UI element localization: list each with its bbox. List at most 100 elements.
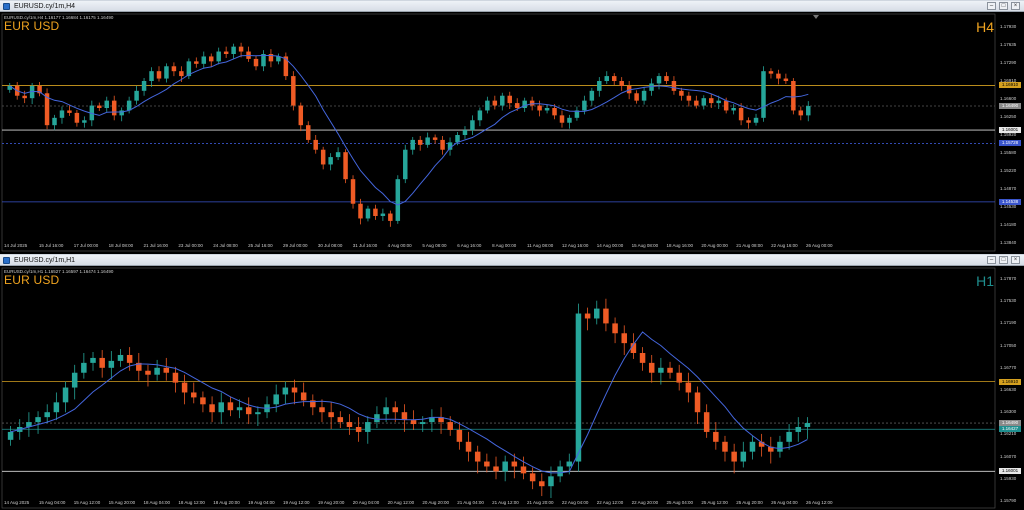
h4-candle-body [194, 61, 199, 64]
h1-candle-body [227, 402, 234, 411]
h1-time-tick: 25 Aug 04:00 [666, 500, 694, 505]
h1-candle-body [740, 451, 747, 462]
h4-candle-body [664, 76, 669, 81]
h4-candle-body [388, 213, 393, 221]
h1-time-tick: 20 Aug 04:00 [352, 500, 380, 505]
h1-candle-body [484, 461, 490, 467]
h4-candle-body [373, 208, 378, 216]
h1-price-chart[interactable] [0, 267, 1024, 510]
h4-candle-body [671, 81, 677, 91]
h4-candle-body [52, 117, 57, 126]
h1-price-tag: 1.16490 [999, 420, 1021, 427]
h4-candle-body [306, 125, 311, 140]
h4-candle-body [470, 120, 475, 131]
h4-candle-body [776, 73, 781, 79]
h4-window-titlebar[interactable]: EURUSD.cy/1m,H4 – □ × [0, 1, 1024, 12]
h4-candle-body [141, 81, 147, 91]
h1-time-tick: 20 Aug 12:00 [387, 500, 415, 505]
h4-candle-body [723, 100, 729, 111]
h1-candle-body [273, 394, 279, 405]
h4-candle-body [634, 93, 639, 101]
h4-candle-body [731, 108, 736, 111]
h4-price-tag: 1.16001 [999, 127, 1021, 134]
h1-price-tick: 1.15930 [1000, 475, 1017, 481]
h4-price-tick: 1.14180 [1000, 222, 1017, 227]
h4-candle-body [806, 106, 811, 116]
h1-candle-body [603, 308, 609, 324]
h1-time-tick: 14 Aug 2025 [4, 500, 30, 505]
minimize-icon[interactable]: – [987, 2, 996, 10]
h4-candle-body [156, 71, 162, 79]
h4-candle-body [358, 203, 363, 219]
h4-candle-body [589, 90, 595, 101]
h4-candle-body [403, 149, 408, 180]
close-icon[interactable]: × [1011, 2, 1020, 10]
h4-price-tag: 1.14538 [999, 198, 1021, 205]
h1-candle-body [62, 387, 69, 403]
h1-candle-body [749, 441, 756, 452]
h1-candle-body [392, 407, 399, 413]
h1-candle-body [410, 420, 417, 425]
chart-shift-icon[interactable] [813, 15, 819, 19]
minimize-icon[interactable]: – [987, 256, 996, 264]
chart-window-icon [3, 257, 10, 264]
h4-candle-body [679, 90, 684, 96]
maximize-icon[interactable]: □ [999, 256, 1008, 264]
h1-time-tick: 26 Aug 04:00 [771, 500, 798, 505]
h1-price-tick: 1.17050 [1000, 342, 1017, 348]
h4-candle-body [216, 51, 221, 62]
h4-price-tick: 1.14870 [1000, 186, 1017, 191]
h4-chart-window[interactable]: EURUSD.cy/1m,H4 – □ × EURUSD.cy/1m,H4 1.… [0, 0, 1024, 252]
h4-price-tag: 1.16490 [999, 103, 1021, 110]
h1-candle-body [154, 367, 160, 375]
h4-candle-body [761, 71, 766, 118]
h1-candle-body [529, 473, 536, 482]
h1-candle-body [200, 397, 206, 405]
h1-time-tick: 25 Aug 12:00 [701, 500, 728, 505]
h4-time-tick: 15 Aug 08:00 [631, 243, 659, 248]
h1-window-titlebar[interactable]: EURUSD.cy/1m,H1 – □ × [0, 255, 1024, 266]
h4-candle-body [350, 179, 356, 204]
h4-candle-body [753, 117, 759, 123]
h4-candle-body [552, 108, 557, 116]
h4-candle-body [343, 152, 348, 180]
h4-candle-body [604, 76, 610, 81]
h4-time-tick: 22 Aug 16:00 [771, 243, 798, 248]
h4-price-tick: 1.17290 [1000, 60, 1017, 65]
h1-candle-body [90, 357, 96, 363]
h1-candle-body [117, 354, 124, 361]
h4-candle-body [462, 130, 468, 135]
h4-time-tick: 21 Jul 16:00 [143, 243, 168, 248]
maximize-icon[interactable]: □ [999, 2, 1008, 10]
h4-candle-body [432, 137, 438, 140]
h4-candle-body [313, 139, 318, 150]
h1-candle-body [804, 423, 811, 427]
h1-price-tick: 1.15790 [1000, 498, 1017, 503]
h4-candle-body [798, 110, 804, 116]
h1-time-tick: 19 Aug 04:00 [248, 500, 275, 505]
h4-candle-body [253, 58, 259, 67]
h4-candle-body [738, 108, 744, 121]
h1-candle-body [245, 407, 252, 415]
h1-chart-window[interactable]: EURUSD.cy/1m,H1 – □ × EURUSD.cy/1m,H1 1.… [0, 254, 1024, 510]
h4-candle-body [410, 139, 415, 150]
h1-candle-body [447, 422, 453, 430]
close-icon[interactable]: × [1011, 256, 1020, 264]
h1-candle-body [218, 402, 224, 413]
h4-candle-body [619, 81, 624, 86]
h4-candle-body [611, 76, 617, 81]
h4-candle-body [335, 152, 341, 158]
h4-time-tick: 4 Aug 00:00 [387, 243, 412, 248]
h1-candle-body [584, 313, 591, 319]
h1-candle-body [419, 422, 426, 425]
h1-candle-body [456, 429, 463, 442]
h4-candle-body [768, 71, 774, 74]
h4-candle-body [291, 76, 296, 106]
h1-candle-body [539, 481, 545, 487]
h4-price-chart[interactable] [0, 13, 1024, 253]
h1-candle-body [474, 451, 481, 462]
h1-time-tick: 15 Aug 04:00 [38, 500, 66, 505]
h4-candle-body [231, 46, 236, 54]
h1-candle-body [355, 427, 362, 432]
h4-symbol-label: EUR USD [4, 19, 60, 33]
